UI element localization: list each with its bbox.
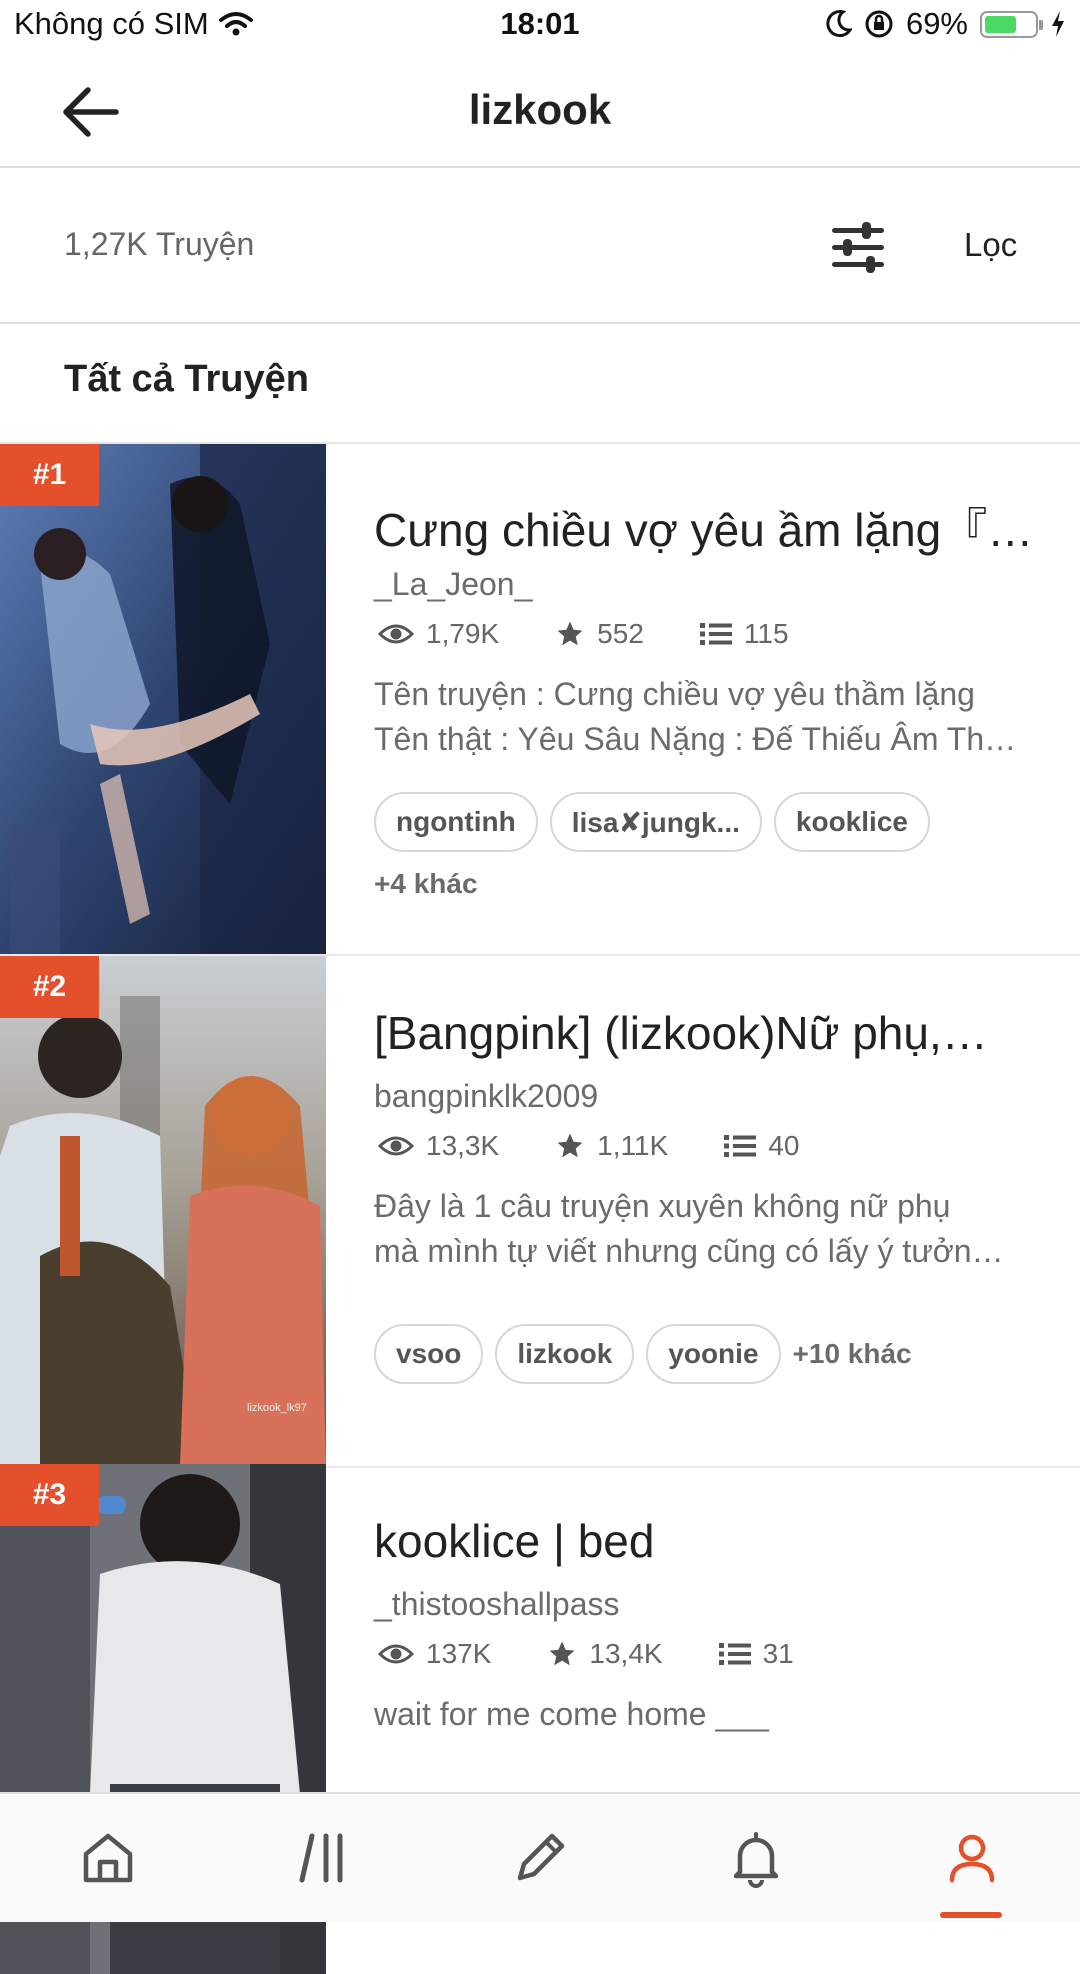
story-author[interactable]: _thistooshallpass bbox=[374, 1586, 619, 1623]
votes-count: 1,11K bbox=[597, 1130, 669, 1161]
story-description: wait for me come home ___ bbox=[374, 1696, 769, 1732]
star-icon bbox=[557, 1133, 583, 1158]
charging-icon bbox=[1052, 11, 1064, 37]
sliders-icon[interactable] bbox=[828, 220, 888, 276]
status-bar: Không có SIM 18:01 69% bbox=[0, 0, 1080, 56]
tag-list: vsoo lizkook yoonie +10 khác bbox=[374, 1324, 1074, 1384]
list-icon bbox=[724, 1135, 757, 1157]
star-icon bbox=[549, 1641, 575, 1666]
tag-chip[interactable]: yoonie bbox=[646, 1324, 781, 1384]
nav-home[interactable] bbox=[0, 1794, 216, 1922]
battery-icon bbox=[980, 10, 1043, 38]
home-icon bbox=[83, 1833, 133, 1883]
votes-count: 13,4K bbox=[589, 1638, 663, 1669]
story-description: Tên truyện : Cưng chiều vợ yêu thầm lặng… bbox=[374, 676, 1017, 757]
rank-badge: #2 bbox=[0, 956, 99, 1018]
views-count: 1,79K bbox=[426, 618, 500, 649]
cover-image bbox=[0, 956, 326, 1466]
bottom-nav bbox=[0, 1792, 1080, 1922]
list-icon bbox=[718, 1643, 751, 1665]
eye-icon bbox=[378, 624, 414, 644]
nav-notifications[interactable] bbox=[648, 1794, 864, 1922]
tag-chip[interactable]: kooklice bbox=[773, 792, 930, 852]
votes-count: 552 bbox=[597, 618, 644, 649]
story-cover[interactable]: lizkook_lk97 #2 bbox=[0, 956, 326, 1466]
views-count: 137K bbox=[426, 1638, 492, 1669]
more-tags[interactable]: +4 khác bbox=[374, 868, 478, 900]
pencil-icon bbox=[517, 1833, 565, 1881]
story-count: 1,27K Truyện bbox=[64, 226, 255, 262]
library-icon bbox=[299, 1833, 343, 1883]
profile-icon bbox=[949, 1834, 995, 1883]
tag-chip[interactable]: ngontinh bbox=[374, 792, 538, 852]
eye-icon bbox=[378, 1644, 414, 1664]
tag-chip[interactable]: lizkook bbox=[495, 1324, 635, 1384]
story-cover[interactable]: #1 bbox=[0, 444, 326, 954]
tag-list: ngontinh lisa✘jungk... kooklice bbox=[374, 792, 1074, 852]
orientation-lock-icon bbox=[865, 10, 893, 38]
nav-write[interactable] bbox=[432, 1794, 648, 1922]
top-bar: lizkook bbox=[0, 56, 1080, 168]
more-tags[interactable]: +10 khác bbox=[793, 1338, 912, 1370]
parts-count: 31 bbox=[762, 1638, 794, 1669]
star-icon bbox=[557, 621, 583, 646]
nav-library[interactable] bbox=[216, 1794, 432, 1922]
moon-icon bbox=[826, 10, 852, 38]
story-author[interactable]: _La_Jeon_ bbox=[374, 566, 532, 603]
story-stats: 1,79K 552 115 bbox=[378, 618, 845, 650]
filter-button[interactable]: Lọc bbox=[964, 226, 1017, 264]
nav-profile[interactable] bbox=[864, 1794, 1080, 1922]
story-item[interactable]: lizkook_lk97 #2 [Bangpink] (lizkook)Nữ p… bbox=[0, 956, 1080, 1468]
story-author[interactable]: bangpinklk2009 bbox=[374, 1078, 598, 1115]
page-title: lizkook bbox=[468, 86, 612, 133]
cover-caption: lizkook_lk97 bbox=[247, 1402, 307, 1414]
story-title[interactable]: kooklice | bed bbox=[374, 1514, 1034, 1568]
battery-percent: 69% bbox=[905, 6, 968, 41]
story-title[interactable]: [Bangpink] (lizkook)Nữ phụ,… bbox=[374, 1006, 1034, 1060]
rank-badge: #1 bbox=[0, 444, 99, 506]
rank-badge: #3 bbox=[0, 1464, 99, 1526]
filter-bar: 1,27K Truyện Lọc bbox=[0, 168, 1080, 324]
bell-icon bbox=[733, 1832, 779, 1888]
story-title[interactable]: Cưng chiều vợ yêu ầm lặng『… bbox=[374, 494, 1034, 560]
story-description: Đây là 1 câu truyện xuyên không nữ phụ m… bbox=[374, 1188, 1004, 1269]
list-icon bbox=[699, 623, 732, 645]
story-item[interactable]: #1 Cưng chiều vợ yêu ầm lặng『… _La_Jeon_… bbox=[0, 444, 1080, 956]
parts-count: 115 bbox=[743, 618, 789, 649]
cover-image bbox=[0, 444, 326, 954]
story-stats: 137K 13,4K 31 bbox=[378, 1638, 850, 1670]
tag-chip[interactable]: vsoo bbox=[374, 1324, 484, 1384]
section-title: Tất cả Truyện bbox=[64, 358, 309, 400]
tag-chip[interactable]: lisa✘jungk... bbox=[549, 792, 762, 852]
parts-count: 40 bbox=[768, 1130, 800, 1161]
eye-icon bbox=[378, 1136, 414, 1156]
story-stats: 13,3K 1,11K 40 bbox=[378, 1130, 855, 1162]
active-tab-indicator bbox=[940, 1912, 1002, 1918]
views-count: 13,3K bbox=[426, 1130, 500, 1161]
